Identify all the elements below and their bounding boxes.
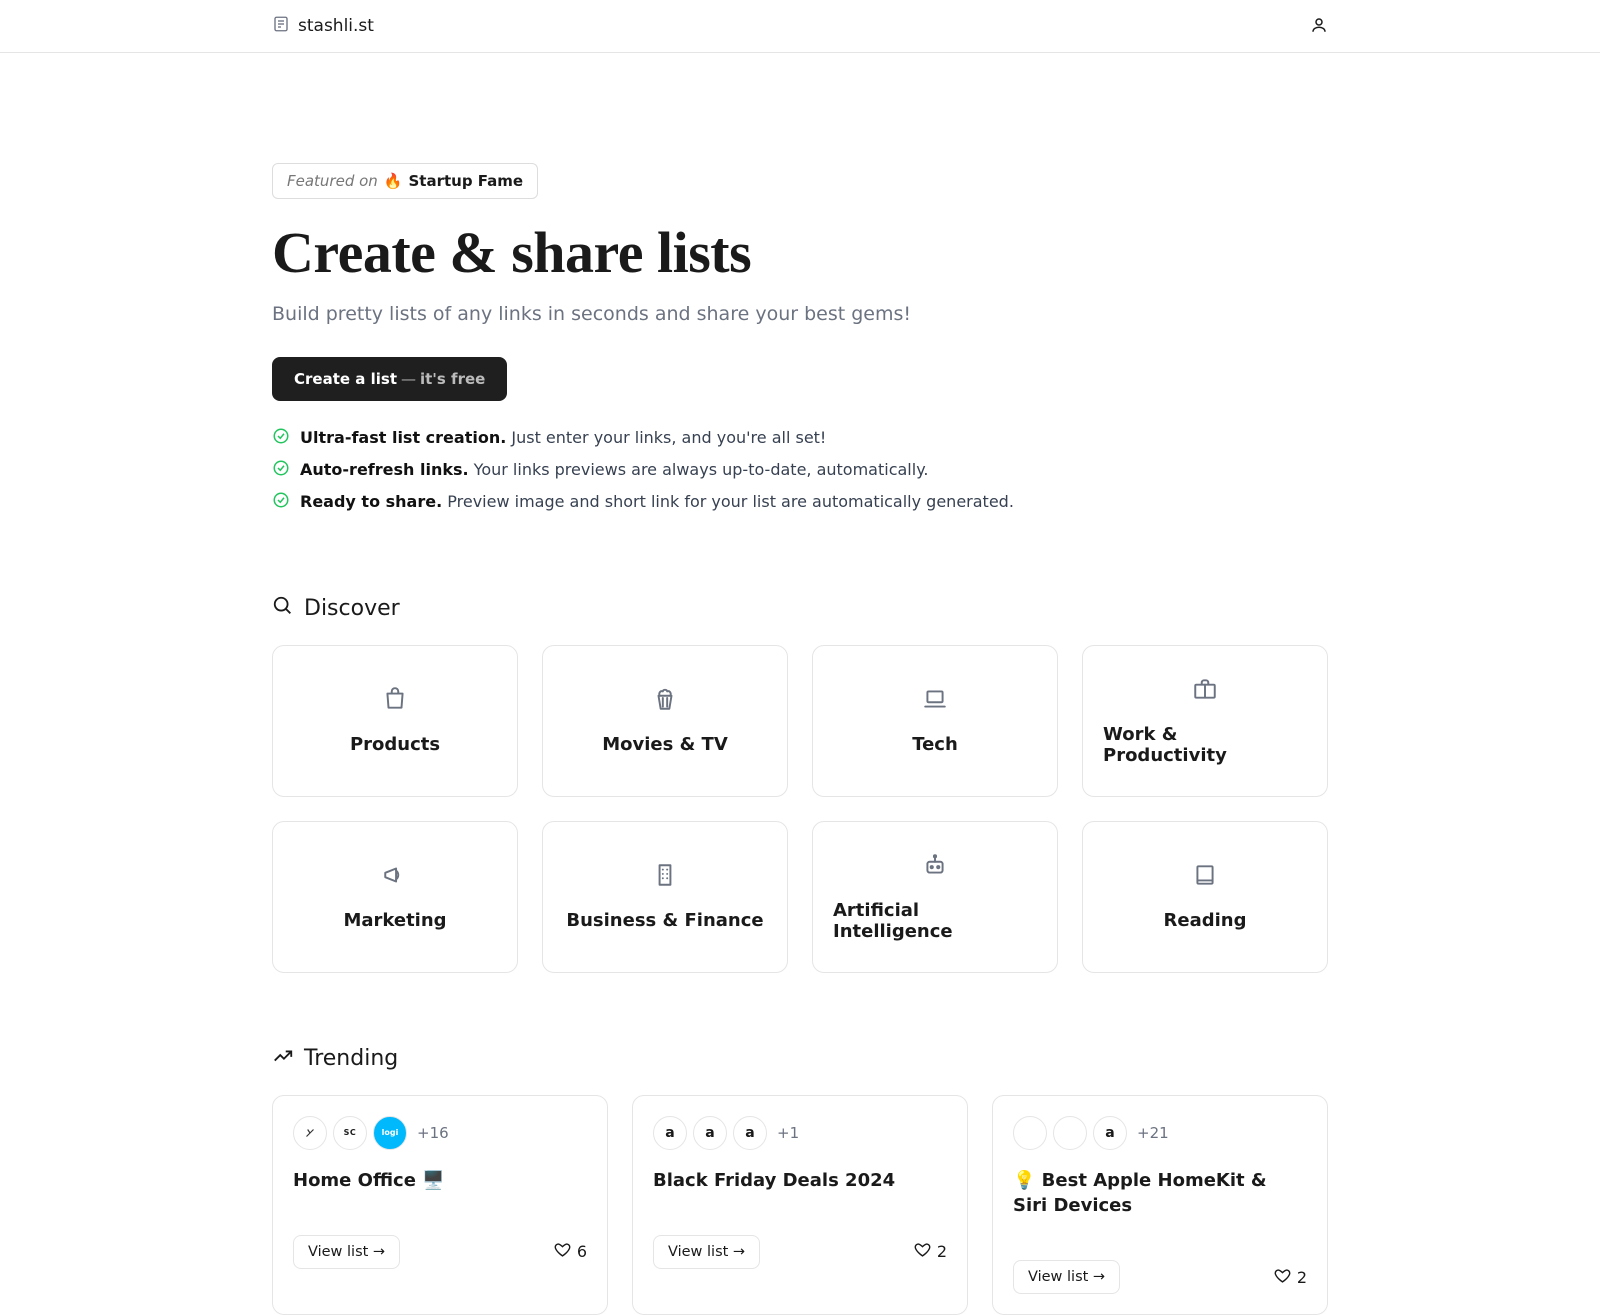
featured-prefix: Featured on <box>287 172 378 190</box>
trending-up-icon <box>272 1045 294 1073</box>
category-card-products[interactable]: Products <box>272 645 518 797</box>
feature-bold: Ready to share. <box>300 492 442 511</box>
top-header: stashli.st <box>0 0 1600 53</box>
check-circle-icon <box>272 427 290 449</box>
office-icon <box>652 862 678 892</box>
featured-badge[interactable]: Featured on 🔥 Startup Fame <box>272 163 538 199</box>
category-label: Reading <box>1164 910 1247 931</box>
category-card-artificial-intelligence[interactable]: Artificial Intelligence <box>812 821 1058 973</box>
trending-card[interactable]: a +21 💡 Best Apple HomeKit & Siri Devices V… <box>992 1095 1328 1315</box>
apple-icon <box>1053 1116 1087 1150</box>
category-label: Movies & TV <box>602 734 728 755</box>
avatar-row: a +21 <box>1013 1116 1307 1150</box>
heart-icon <box>1274 1267 1291 1288</box>
book-icon <box>1192 862 1218 892</box>
shopping-bag-icon <box>382 686 408 716</box>
list-title: 💡 Best Apple HomeKit & Siri Devices <box>1013 1168 1307 1218</box>
trending-heading-text: Trending <box>304 1046 398 1071</box>
category-label: Tech <box>912 734 958 755</box>
view-list-button[interactable]: View list → <box>293 1235 400 1269</box>
feature-rest: Preview image and short link for your li… <box>442 492 1014 511</box>
more-count: +16 <box>417 1124 449 1142</box>
check-circle-icon <box>272 491 290 513</box>
category-card-work-productivity[interactable]: Work & Productivity <box>1082 645 1328 797</box>
category-label: Products <box>350 734 440 755</box>
category-label: Marketing <box>343 910 446 931</box>
likes[interactable]: 2 <box>914 1241 947 1262</box>
like-count: 2 <box>1297 1268 1307 1287</box>
cta-create-list[interactable]: Create a list — it's free <box>272 357 507 401</box>
feature-bold: Auto-refresh links. <box>300 460 469 479</box>
fire-icon: 🔥 <box>384 172 403 190</box>
amazon-icon: a <box>693 1116 727 1150</box>
trending-heading: Trending <box>272 1045 1328 1073</box>
category-card-reading[interactable]: Reading <box>1082 821 1328 973</box>
more-count: +1 <box>777 1124 799 1142</box>
list-icon <box>272 15 290 37</box>
feature-bold: Ultra-fast list creation. <box>300 428 506 447</box>
more-count: +21 <box>1137 1124 1169 1142</box>
category-card-movies-tv[interactable]: Movies & TV <box>542 645 788 797</box>
check-circle-icon <box>272 459 290 481</box>
feature-item: Ready to share. Preview image and short … <box>272 491 1328 513</box>
category-label: Work & Productivity <box>1103 724 1307 766</box>
cta-dash: — <box>401 370 416 388</box>
hero: Create & share lists Build pretty lists … <box>272 221 1328 513</box>
likes[interactable]: 6 <box>554 1241 587 1262</box>
discover-section: Discover Products Movies & TV Tech Work & P… <box>272 595 1328 973</box>
list-title: Black Friday Deals 2024 <box>653 1168 947 1193</box>
briefcase-icon <box>1192 676 1218 706</box>
category-card-marketing[interactable]: Marketing <box>272 821 518 973</box>
bot-icon <box>922 852 948 882</box>
search-icon <box>272 595 294 623</box>
like-count: 6 <box>577 1242 587 1261</box>
category-card-tech[interactable]: Tech <box>812 645 1058 797</box>
discover-heading: Discover <box>272 595 1328 623</box>
cta-primary-text: Create a list <box>294 370 397 388</box>
avatar-row: aaa+1 <box>653 1116 947 1150</box>
brand-link[interactable]: stashli.st <box>272 15 374 37</box>
list-title: Home Office 🖥️ <box>293 1168 587 1193</box>
category-label: Artificial Intelligence <box>833 900 1037 942</box>
likes[interactable]: 2 <box>1274 1267 1307 1288</box>
feature-list: Ultra-fast list creation. Just enter you… <box>272 427 1328 513</box>
brand-icon: logi <box>373 1116 407 1150</box>
brand-text: stashli.st <box>298 16 374 36</box>
amazon-icon: a <box>1093 1116 1127 1150</box>
heart-icon <box>914 1241 931 1262</box>
like-count: 2 <box>937 1242 947 1261</box>
account-button[interactable] <box>1310 16 1328 37</box>
trending-section: Trending sclogi+16Home Office 🖥️View lis… <box>272 1045 1328 1315</box>
feature-item: Auto-refresh links. Your links previews … <box>272 459 1328 481</box>
megaphone-icon <box>382 862 408 892</box>
discover-heading-text: Discover <box>304 596 400 621</box>
laptop-icon <box>922 686 948 716</box>
category-label: Business & Finance <box>566 910 763 931</box>
hero-subtitle: Build pretty lists of any links in secon… <box>272 303 1328 325</box>
amazon-icon: a <box>733 1116 767 1150</box>
feature-item: Ultra-fast list creation. Just enter you… <box>272 427 1328 449</box>
trending-card[interactable]: sclogi +16 Home Office 🖥️ View list → 6 <box>272 1095 608 1315</box>
featured-site: Startup Fame <box>409 172 524 190</box>
cta-secondary-text: it's free <box>420 370 485 388</box>
category-card-business-finance[interactable]: Business & Finance <box>542 821 788 973</box>
trending-card[interactable]: aaa+1Black Friday Deals 2024View list →2 <box>632 1095 968 1315</box>
user-icon <box>1310 22 1328 37</box>
brand-icon <box>293 1116 327 1150</box>
view-list-button[interactable]: View list → <box>1013 1260 1120 1294</box>
amazon-icon: a <box>653 1116 687 1150</box>
popcorn-icon <box>652 686 678 716</box>
brand-icon: sc <box>333 1116 367 1150</box>
heart-icon <box>554 1241 571 1262</box>
hero-title: Create & share lists <box>272 221 1328 285</box>
view-list-button[interactable]: View list → <box>653 1235 760 1269</box>
feature-rest: Your links previews are always up-to-dat… <box>469 460 929 479</box>
apple-icon <box>1013 1116 1047 1150</box>
avatar-row: sclogi +16 <box>293 1116 587 1150</box>
feature-rest: Just enter your links, and you're all se… <box>506 428 826 447</box>
